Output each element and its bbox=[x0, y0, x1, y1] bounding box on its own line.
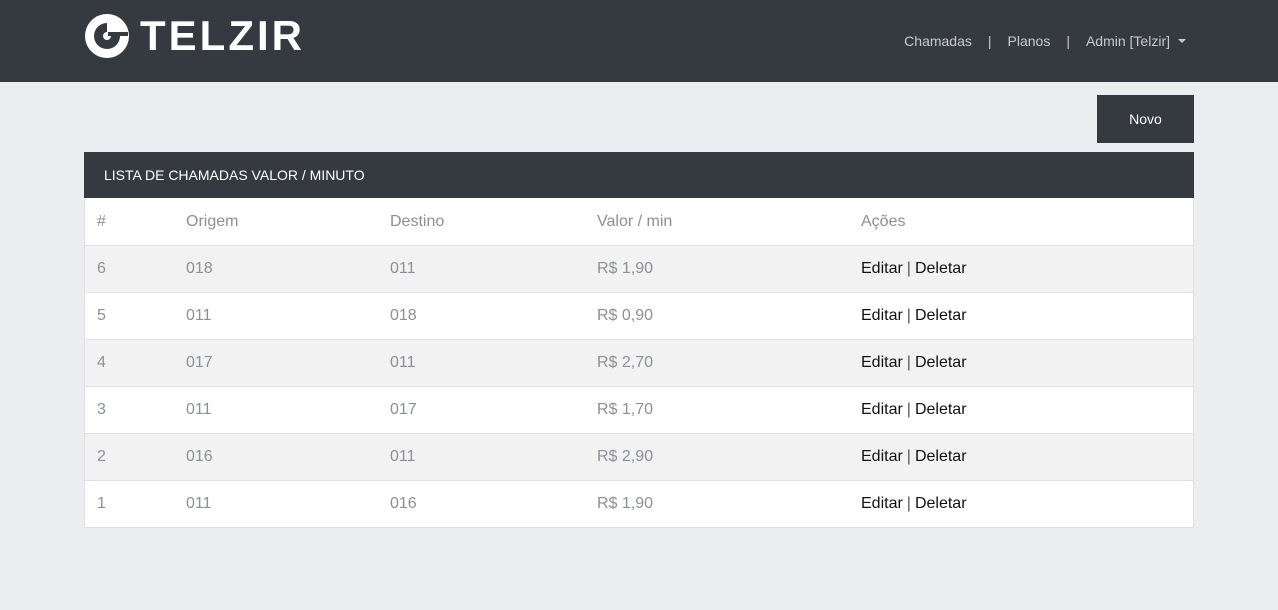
cell-destino: 017 bbox=[378, 386, 585, 434]
telzir-logo-icon bbox=[85, 14, 129, 58]
cell-id: 2 bbox=[85, 433, 174, 481]
col-header-acoes: Ações bbox=[849, 198, 1193, 246]
cell-id: 4 bbox=[85, 339, 174, 387]
edit-link[interactable]: Editar bbox=[861, 401, 903, 418]
calls-table: # Origem Destino Valor / min Ações 6 018… bbox=[85, 198, 1193, 527]
table-row: 2 016 011 R$ 2,90 Editar | Deletar bbox=[85, 433, 1193, 481]
cell-actions: Editar | Deletar bbox=[849, 292, 1193, 340]
col-header-id: # bbox=[85, 198, 174, 246]
cell-valor: R$ 0,90 bbox=[585, 292, 849, 340]
edit-link[interactable]: Editar bbox=[861, 307, 903, 324]
col-header-valor: Valor / min bbox=[585, 198, 849, 246]
action-separator: | bbox=[906, 448, 911, 465]
delete-link[interactable]: Deletar bbox=[915, 354, 967, 371]
edit-link[interactable]: Editar bbox=[861, 448, 903, 465]
card-title: LISTA DE CHAMADAS VALOR / MINUTO bbox=[84, 152, 1194, 198]
col-header-destino: Destino bbox=[378, 198, 585, 246]
cell-valor: R$ 1,90 bbox=[585, 480, 849, 527]
cell-destino: 011 bbox=[378, 339, 585, 387]
delete-link[interactable]: Deletar bbox=[915, 307, 967, 324]
cell-valor: R$ 1,70 bbox=[585, 386, 849, 434]
cell-actions: Editar | Deletar bbox=[849, 386, 1193, 434]
main-nav: Chamadas | Planos | Admin [Telzir] bbox=[904, 0, 1186, 82]
cell-actions: Editar | Deletar bbox=[849, 480, 1193, 527]
cell-valor: R$ 2,90 bbox=[585, 433, 849, 481]
table-row: 6 018 011 R$ 1,90 Editar | Deletar bbox=[85, 245, 1193, 293]
delete-link[interactable]: Deletar bbox=[915, 448, 967, 465]
table-header-row: # Origem Destino Valor / min Ações bbox=[85, 198, 1193, 246]
cell-id: 6 bbox=[97, 260, 106, 277]
brand-name: TELZIR bbox=[140, 12, 305, 59]
edit-link[interactable]: Editar bbox=[861, 495, 903, 512]
cell-actions: Editar | Deletar bbox=[849, 246, 1193, 293]
table-row: 1 011 016 R$ 1,90 Editar | Deletar bbox=[85, 480, 1193, 527]
cell-id: 5 bbox=[85, 292, 174, 340]
top-navbar: TELZIR Chamadas | Planos | Admin [Telzir… bbox=[0, 0, 1278, 82]
cell-origem: 017 bbox=[174, 339, 378, 387]
nav-user-dropdown[interactable]: Admin [Telzir] bbox=[1086, 33, 1186, 49]
table-row: 4 017 011 R$ 2,70 Editar | Deletar bbox=[85, 339, 1193, 387]
nav-separator: | bbox=[987, 33, 992, 49]
cell-id: 3 bbox=[85, 386, 174, 434]
nav-separator: | bbox=[1066, 33, 1070, 49]
nav-planos[interactable]: Planos bbox=[1008, 33, 1051, 49]
edit-link[interactable]: Editar bbox=[861, 260, 903, 277]
cell-destino: 016 bbox=[378, 480, 585, 527]
table-row: 5 011 018 R$ 0,90 Editar | Deletar bbox=[85, 292, 1193, 340]
caret-down-icon bbox=[1178, 39, 1186, 43]
cell-origem: 011 bbox=[174, 292, 378, 340]
col-header-origem: Origem bbox=[174, 198, 378, 246]
cell-destino: 011 bbox=[390, 260, 416, 277]
action-separator: | bbox=[906, 307, 911, 324]
delete-link[interactable]: Deletar bbox=[915, 260, 967, 277]
delete-link[interactable]: Deletar bbox=[915, 401, 967, 418]
cell-valor: R$ 1,90 bbox=[597, 260, 654, 277]
action-separator: | bbox=[906, 260, 911, 277]
cell-actions: Editar | Deletar bbox=[849, 433, 1193, 481]
cell-destino: 011 bbox=[378, 433, 585, 481]
action-separator: | bbox=[906, 401, 911, 418]
cell-origem: 011 bbox=[174, 386, 378, 434]
cell-destino: 018 bbox=[378, 292, 585, 340]
brand-logo[interactable]: TELZIR bbox=[84, 12, 305, 60]
cell-valor: R$ 2,70 bbox=[585, 339, 849, 387]
cell-id: 1 bbox=[85, 480, 174, 527]
cell-actions: Editar | Deletar bbox=[849, 339, 1193, 387]
edit-link[interactable]: Editar bbox=[861, 354, 903, 371]
cell-origem: 016 bbox=[174, 433, 378, 481]
table-row: 3 011 017 R$ 1,70 Editar | Deletar bbox=[85, 386, 1193, 434]
nav-chamadas[interactable]: Chamadas bbox=[904, 33, 972, 49]
action-separator: | bbox=[906, 495, 911, 512]
action-separator: | bbox=[906, 354, 911, 371]
delete-link[interactable]: Deletar bbox=[915, 495, 967, 512]
cell-origem: 011 bbox=[174, 480, 378, 527]
calls-card: LISTA DE CHAMADAS VALOR / MINUTO # Orige… bbox=[84, 152, 1194, 528]
nav-user-label: Admin [Telzir] bbox=[1085, 33, 1170, 49]
cell-origem: 018 bbox=[186, 260, 213, 277]
novo-button[interactable]: Novo bbox=[1097, 95, 1194, 143]
